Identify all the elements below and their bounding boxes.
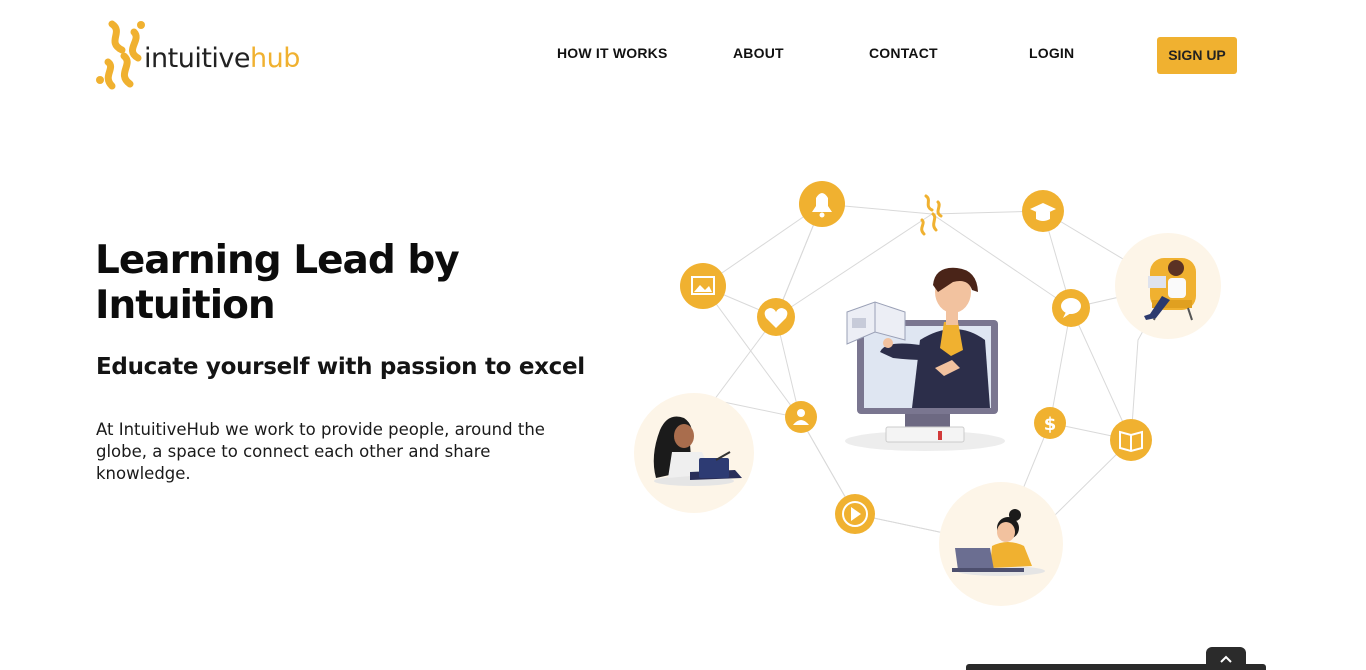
signup-button[interactable]: SIGN UP [1157,37,1237,74]
image-icon [680,263,726,309]
nav-login[interactable]: LOGIN [1029,45,1074,61]
hero-title: Learning Lead by Intuition [95,238,460,328]
book-icon [1110,419,1152,461]
logo-text: intuitivehub [144,43,300,74]
graduation-cap-icon [1022,190,1064,232]
hero-illustration: $ [634,181,1221,606]
nav-how-it-works[interactable]: HOW IT WORKS [557,45,668,61]
logo-text-part1: intuitive [144,42,251,74]
chat-icon [1052,289,1090,327]
svg-text:$: $ [1044,414,1057,435]
nav-about[interactable]: ABOUT [733,45,784,61]
dollar-icon: $ [1034,407,1066,439]
logo-text-part2: hub [250,42,300,74]
nav-contact[interactable]: CONTACT [869,45,938,61]
hero-description: At IntuitiveHub we work to provide peopl… [96,420,545,483]
scroll-to-top-button[interactable] [1206,647,1246,670]
play-icon [835,494,875,534]
chevron-up-icon [1220,655,1232,663]
bell-icon [799,181,845,227]
site-header: intuitivehub HOW IT WORKS ABOUT CONTACT … [0,0,1366,110]
heart-icon [757,298,795,336]
teacher-monitor [845,267,1005,451]
user-icon [785,401,817,433]
logo[interactable]: intuitivehub [94,18,300,92]
hero-subtitle: Educate yourself with passion to excel [96,354,585,380]
logo-icon [96,20,145,90]
